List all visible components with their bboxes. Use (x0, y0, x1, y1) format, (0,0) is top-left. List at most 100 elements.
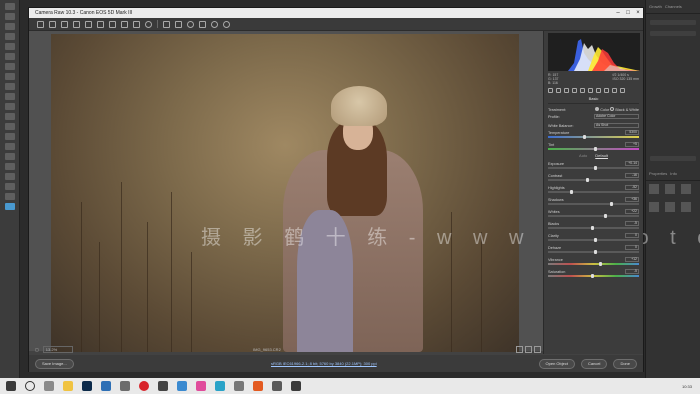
eraser-tool-icon[interactable] (5, 103, 15, 110)
app-icon[interactable] (196, 381, 206, 391)
app-icon[interactable] (101, 381, 111, 391)
slider-value[interactable]: +36 (625, 197, 639, 202)
slider-knob[interactable] (594, 147, 598, 151)
lasso-tool-icon[interactable] (5, 23, 15, 30)
slider-value[interactable]: +12 (625, 257, 639, 262)
snapshots-tab-icon[interactable] (620, 88, 625, 93)
crop-tool-icon[interactable] (5, 43, 15, 50)
swatch[interactable] (681, 202, 691, 212)
move-tool-icon[interactable] (5, 3, 15, 10)
slider-knob[interactable] (582, 135, 586, 139)
done-button[interactable]: Done (613, 358, 637, 369)
straighten-tool-icon[interactable] (109, 20, 116, 28)
brush-tool-icon[interactable] (5, 73, 15, 80)
whites-slider[interactable] (548, 214, 639, 218)
auto-link[interactable]: Auto (579, 153, 587, 158)
copy-settings-icon[interactable] (534, 345, 541, 353)
clarity-slider[interactable] (548, 238, 639, 242)
slider-value[interactable]: 0 (625, 233, 639, 238)
rotate-right-icon[interactable] (223, 20, 230, 28)
spot-removal-tool-icon[interactable] (133, 20, 140, 28)
tone-curve-tab-icon[interactable] (556, 88, 561, 93)
slider-knob[interactable] (594, 166, 598, 170)
pen-tool-icon[interactable] (5, 143, 15, 150)
slider-knob[interactable] (598, 262, 602, 266)
quick-select-tool-icon[interactable] (5, 33, 15, 40)
app-icon[interactable] (272, 381, 282, 391)
exposure-slider[interactable] (548, 166, 639, 170)
preferences-icon[interactable] (199, 20, 206, 28)
swap-before-after-icon[interactable] (525, 345, 532, 353)
cancel-button[interactable]: Cancel (580, 358, 608, 369)
zoom-fit-icon[interactable]: ▢ (35, 347, 39, 352)
swatch[interactable] (649, 184, 659, 194)
vibrance-slider[interactable] (548, 262, 639, 266)
swatch[interactable] (665, 202, 675, 212)
contrast-slider[interactable] (548, 178, 639, 182)
split-toning-tab-icon[interactable] (580, 88, 585, 93)
eyedropper-tool-icon[interactable] (5, 53, 15, 60)
temperature-slider[interactable] (548, 135, 639, 139)
saturation-slider[interactable] (548, 274, 639, 278)
app-icon[interactable] (120, 381, 130, 391)
hand-tool-icon[interactable] (49, 20, 56, 28)
dehaze-slider[interactable] (548, 250, 639, 254)
windows-start-icon[interactable] (6, 381, 16, 391)
photoshop-icon[interactable] (82, 381, 92, 391)
path-select-icon[interactable] (5, 163, 15, 170)
slider-value[interactable]: -52 (625, 185, 639, 190)
slider-knob[interactable] (586, 178, 590, 182)
zoom-tool-icon[interactable] (37, 20, 44, 28)
stamp-tool-icon[interactable] (5, 83, 15, 90)
open-object-button[interactable]: Open Object (538, 358, 575, 369)
slider-knob[interactable] (590, 226, 594, 230)
tab-info[interactable]: Info (670, 171, 677, 176)
blacks-slider[interactable] (548, 226, 639, 230)
slider-value[interactable]: -5 (625, 269, 639, 274)
slider-value[interactable]: +22 (625, 209, 639, 214)
red-eye-tool-icon[interactable] (145, 20, 152, 28)
type-tool-icon[interactable] (5, 153, 15, 160)
color-sampler-tool-icon[interactable] (73, 20, 80, 28)
tab-growth[interactable]: Growth (649, 4, 662, 9)
hsl-tab-icon[interactable] (572, 88, 577, 93)
slider-value[interactable]: 5300 (625, 130, 639, 135)
default-link[interactable]: Default (595, 153, 608, 158)
tab-properties[interactable]: Properties (649, 171, 667, 176)
rotate-left-icon[interactable] (211, 20, 218, 28)
radial-filter-icon[interactable] (187, 20, 194, 28)
blur-tool-icon[interactable] (5, 123, 15, 130)
hand-tool-icon[interactable] (5, 183, 15, 190)
minimize-icon[interactable]: – (613, 10, 623, 16)
app-icon[interactable] (253, 381, 263, 391)
radio-color[interactable] (595, 107, 600, 111)
color-swatches-icon[interactable] (5, 203, 15, 210)
effects-tab-icon[interactable] (596, 88, 601, 93)
zoom-level-select[interactable]: 13.2% (42, 345, 73, 353)
radio-black-white[interactable] (610, 107, 615, 111)
marquee-tool-icon[interactable] (5, 13, 15, 20)
swatch[interactable] (665, 184, 675, 194)
slider-value[interactable]: -16 (625, 173, 639, 178)
tint-slider[interactable] (548, 147, 639, 151)
close-icon[interactable]: × (633, 10, 643, 16)
adjustment-brush-icon[interactable] (163, 20, 170, 28)
slider-value[interactable]: +5 (625, 142, 639, 147)
maximize-icon[interactable]: □ (623, 10, 633, 16)
app-icon[interactable] (177, 381, 187, 391)
task-view-icon[interactable] (44, 381, 54, 391)
slider-value[interactable]: -5 (625, 221, 639, 226)
app-icon[interactable] (234, 381, 244, 391)
app-icon[interactable] (158, 381, 168, 391)
white-balance-tool-icon[interactable] (61, 20, 68, 28)
zoom-tool-icon[interactable] (5, 193, 15, 200)
shadows-slider[interactable] (548, 202, 639, 206)
app-icon[interactable] (215, 381, 225, 391)
white-balance-select[interactable]: As Shot (594, 123, 639, 128)
file-explorer-icon[interactable] (63, 381, 73, 391)
targeted-adjustment-tool-icon[interactable] (85, 20, 92, 28)
swatch[interactable] (681, 184, 691, 194)
slider-value[interactable]: +0.14 (625, 161, 639, 166)
lens-tab-icon[interactable] (588, 88, 593, 93)
slider-knob[interactable] (590, 274, 594, 278)
